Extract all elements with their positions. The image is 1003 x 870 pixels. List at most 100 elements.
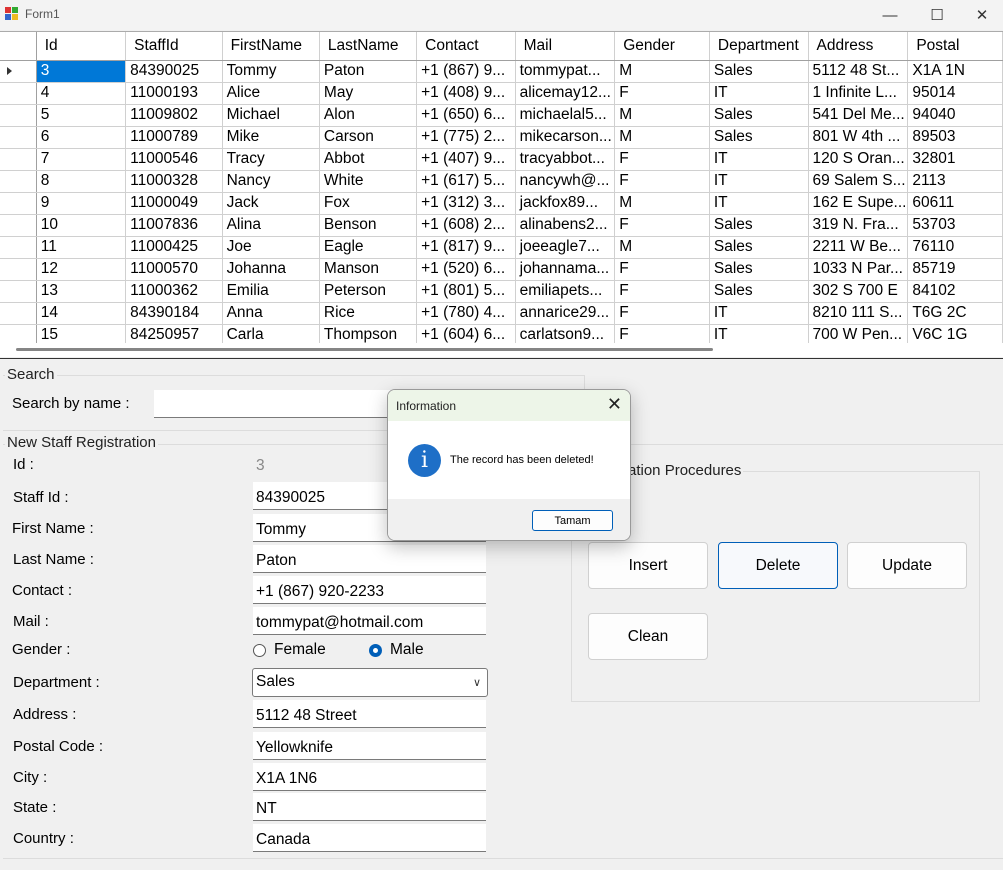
update-button[interactable]: Update xyxy=(847,542,967,589)
table-cell[interactable]: nancywh@... xyxy=(515,170,616,193)
table-cell[interactable]: 85719 xyxy=(907,258,1003,281)
scrollbar-thumb[interactable] xyxy=(16,348,713,351)
table-cell[interactable]: 4 xyxy=(36,82,127,105)
column-header[interactable]: LastName xyxy=(319,32,418,61)
table-cell[interactable]: 84102 xyxy=(907,280,1003,303)
table-cell[interactable]: 162 E Supe... xyxy=(808,192,909,215)
table-cell[interactable]: 5112 48 St... xyxy=(808,60,909,83)
male-radio[interactable]: Male xyxy=(369,641,424,659)
table-cell[interactable]: X1A 1N xyxy=(907,60,1003,83)
row-header[interactable] xyxy=(0,236,37,259)
contact-field[interactable] xyxy=(253,576,486,604)
table-cell[interactable]: alinabens2... xyxy=(515,214,616,237)
table-row[interactable]: 6 11000789 Mike Carson +1 (775) 2... mikecars… xyxy=(0,126,1003,149)
dialog-ok-button[interactable]: Tamam xyxy=(532,510,613,531)
city-field[interactable] xyxy=(253,763,486,791)
table-row[interactable]: 14 84390184 Anna Rice +1 (780) 4... annarice2… xyxy=(0,302,1003,325)
column-header[interactable]: FirstName xyxy=(222,32,320,61)
table-cell[interactable]: +1 (520) 6... xyxy=(416,258,516,281)
table-cell[interactable]: Peterson xyxy=(319,280,418,303)
table-cell[interactable]: annarice29... xyxy=(515,302,616,325)
row-header[interactable] xyxy=(0,82,37,105)
table-cell[interactable]: Sales xyxy=(709,60,809,83)
table-cell[interactable]: M xyxy=(614,192,710,215)
table-cell[interactable]: +1 (801) 5... xyxy=(416,280,516,303)
table-cell[interactable]: Sales xyxy=(709,126,809,149)
female-radio[interactable]: Female xyxy=(253,641,326,659)
table-cell[interactable]: F xyxy=(614,302,710,325)
table-cell[interactable]: Emilia xyxy=(222,280,320,303)
table-cell[interactable]: +1 (408) 9... xyxy=(416,82,516,105)
table-cell[interactable]: 8 xyxy=(36,170,127,193)
table-cell[interactable]: 10 xyxy=(36,214,127,237)
table-row[interactable]: 4 11000193 Alice May +1 (408) 9... alicemay12… xyxy=(0,82,1003,105)
table-cell[interactable]: tracyabbot... xyxy=(515,148,616,171)
table-row[interactable]: 3 84390025 Tommy Paton +1 (867) 9... tommypat… xyxy=(0,60,1003,83)
table-cell[interactable]: 801 W 4th ... xyxy=(808,126,909,149)
table-cell[interactable]: +1 (608) 2... xyxy=(416,214,516,237)
table-row[interactable]: 8 11000328 Nancy White +1 (617) 5... nancywh@… xyxy=(0,170,1003,193)
column-header[interactable]: Department xyxy=(709,32,809,61)
table-cell[interactable]: May xyxy=(319,82,418,105)
table-cell[interactable]: +1 (407) 9... xyxy=(416,148,516,171)
radio-circle-icon[interactable] xyxy=(253,643,266,657)
table-cell[interactable]: 53703 xyxy=(907,214,1003,237)
table-cell[interactable]: 1033 N Par... xyxy=(808,258,909,281)
table-cell[interactable]: Johanna xyxy=(222,258,320,281)
column-header[interactable]: Mail xyxy=(515,32,616,61)
dialog-close-icon[interactable]: ✕ xyxy=(607,394,622,415)
insert-button[interactable]: Insert xyxy=(588,542,708,589)
table-cell[interactable]: Carson xyxy=(319,126,418,149)
table-cell[interactable]: 14 xyxy=(36,302,127,325)
table-cell[interactable]: Abbot xyxy=(319,148,418,171)
table-cell[interactable]: F xyxy=(614,170,710,193)
table-cell[interactable]: M xyxy=(614,236,710,259)
last-name-field[interactable] xyxy=(253,545,486,573)
table-cell[interactable]: 11007836 xyxy=(125,214,223,237)
table-cell[interactable]: 1 Infinite L... xyxy=(808,82,909,105)
table-cell[interactable]: M xyxy=(614,126,710,149)
table-cell[interactable]: Benson xyxy=(319,214,418,237)
column-header[interactable]: Address xyxy=(808,32,909,61)
table-cell[interactable]: 6 xyxy=(36,126,127,149)
table-cell[interactable]: 60611 xyxy=(907,192,1003,215)
row-header[interactable] xyxy=(0,280,37,303)
row-header[interactable] xyxy=(0,126,37,149)
table-cell[interactable]: tommypat... xyxy=(515,60,616,83)
table-cell[interactable]: 11000049 xyxy=(125,192,223,215)
table-cell[interactable]: 95014 xyxy=(907,82,1003,105)
table-cell[interactable]: Mike xyxy=(222,126,320,149)
table-cell[interactable]: IT xyxy=(709,170,809,193)
table-cell[interactable]: 9 xyxy=(36,192,127,215)
table-cell[interactable]: Rice xyxy=(319,302,418,325)
table-cell[interactable]: 11000362 xyxy=(125,280,223,303)
table-cell[interactable]: joeeagle7... xyxy=(515,236,616,259)
table-row[interactable]: 7 11000546 Tracy Abbot +1 (407) 9... tracyabb… xyxy=(0,148,1003,171)
table-cell[interactable]: White xyxy=(319,170,418,193)
close-button[interactable]: ✕ xyxy=(959,0,1003,30)
table-row[interactable]: 12 11000570 Johanna Manson +1 (520) 6... joha… xyxy=(0,258,1003,281)
table-cell[interactable]: +1 (867) 9... xyxy=(416,60,516,83)
table-cell[interactable]: 120 S Oran... xyxy=(808,148,909,171)
table-cell[interactable]: 84390184 xyxy=(125,302,223,325)
table-cell[interactable]: Alina xyxy=(222,214,320,237)
column-header[interactable]: Gender xyxy=(614,32,710,61)
column-header[interactable]: Contact xyxy=(416,32,516,61)
table-cell[interactable]: 94040 xyxy=(907,104,1003,127)
table-cell[interactable]: emiliapets... xyxy=(515,280,616,303)
table-cell[interactable]: Paton xyxy=(319,60,418,83)
table-cell[interactable]: 11000193 xyxy=(125,82,223,105)
table-row[interactable]: 10 11007836 Alina Benson +1 (608) 2... alinab… xyxy=(0,214,1003,237)
delete-button[interactable]: Delete xyxy=(718,542,838,589)
table-cell[interactable]: IT xyxy=(709,148,809,171)
table-cell[interactable]: 76110 xyxy=(907,236,1003,259)
table-cell[interactable]: IT xyxy=(709,192,809,215)
clean-button[interactable]: Clean xyxy=(588,613,708,660)
table-cell[interactable]: 541 Del Me... xyxy=(808,104,909,127)
column-header[interactable]: Postal xyxy=(907,32,1003,61)
row-header[interactable] xyxy=(0,60,37,83)
table-cell[interactable]: F xyxy=(614,280,710,303)
table-cell[interactable]: 11000546 xyxy=(125,148,223,171)
table-cell[interactable]: IT xyxy=(709,302,809,325)
address-field[interactable] xyxy=(253,700,486,728)
